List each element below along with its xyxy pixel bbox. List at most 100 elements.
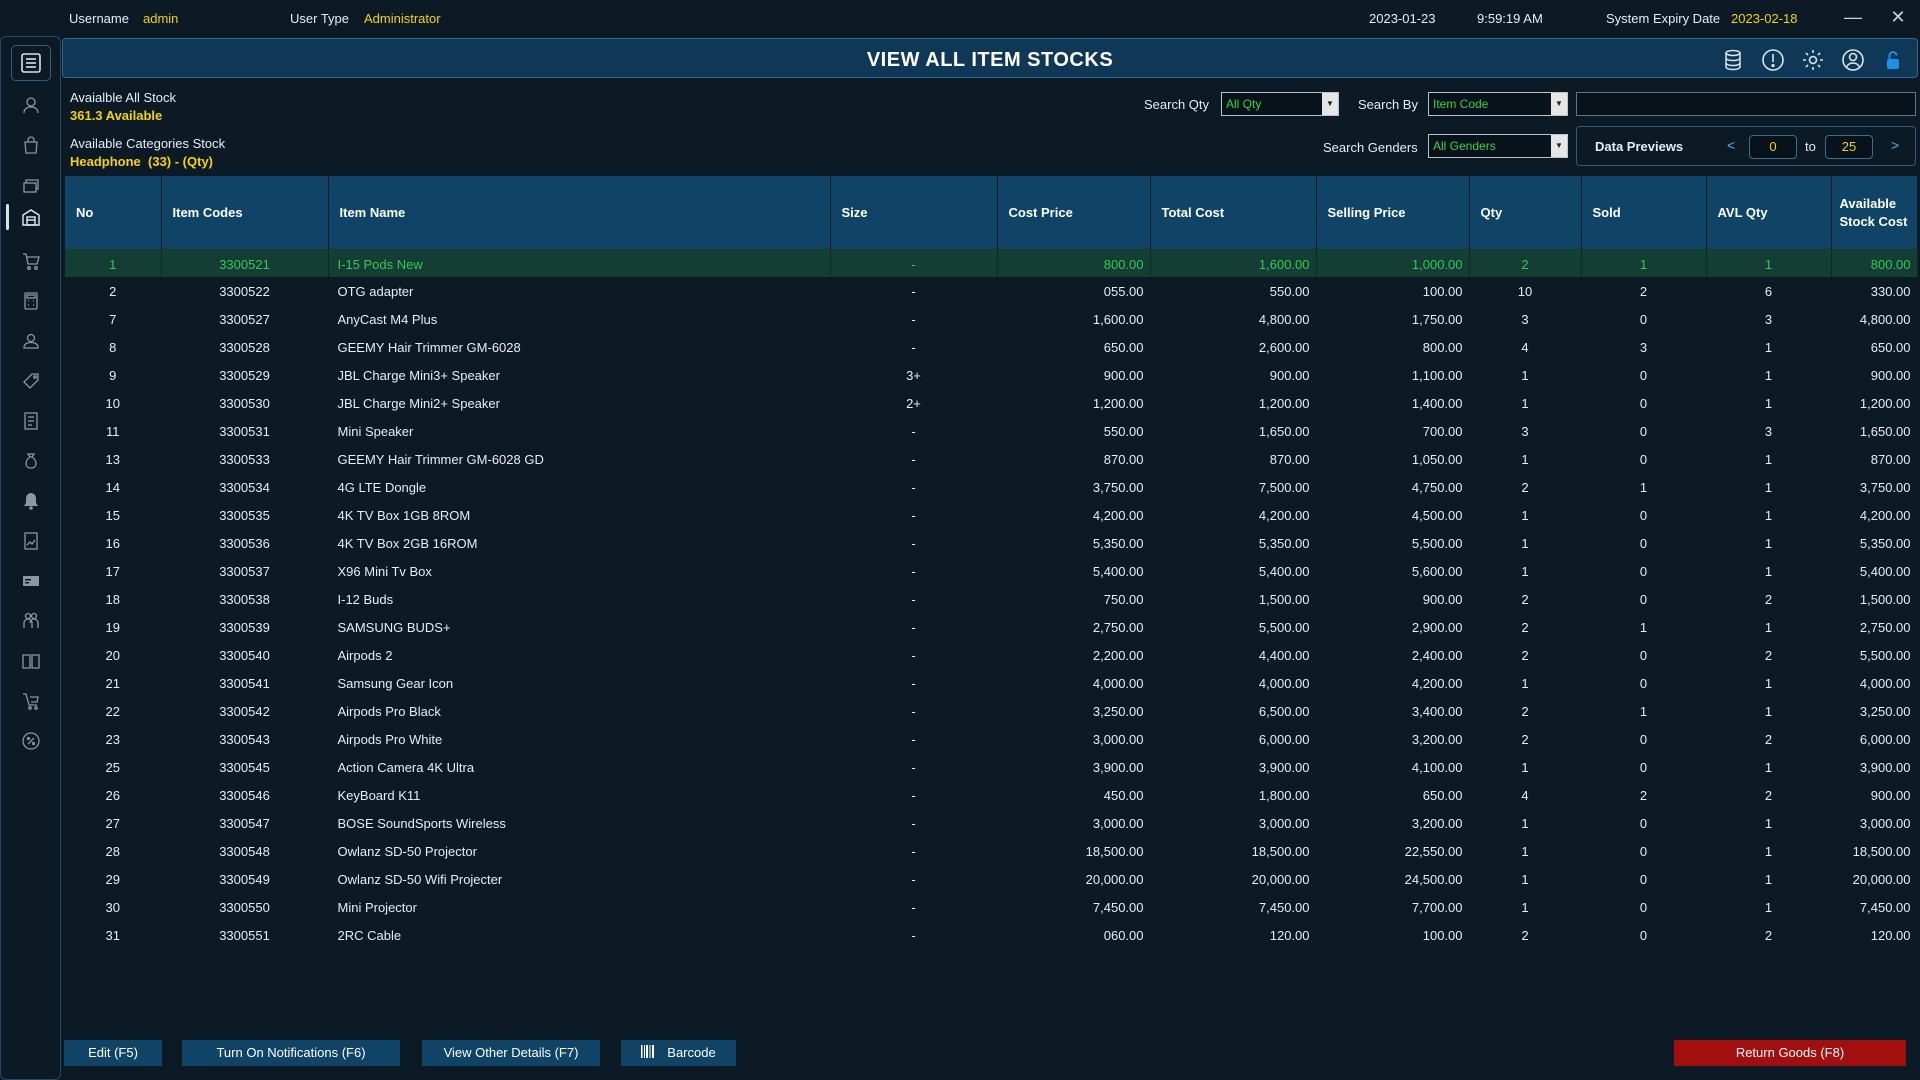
barcode-label: Barcode <box>667 1045 716 1060</box>
cell-cost-price: 550.00 <box>1103 423 1144 439</box>
bag-icon[interactable] <box>19 133 43 157</box>
next-page-button[interactable]: > <box>1891 137 1899 153</box>
table-row[interactable]: 27 3300547 BOSE SoundSports Wireless - 3,000… <box>65 809 1917 837</box>
table-row[interactable]: 19 3300539 SAMSUNG BUDS+ - 2,750.00 5,500.00 2… <box>65 613 1917 641</box>
column-header[interactable]: Available Stock Cost <box>1831 176 1918 249</box>
column-header[interactable]: Total Cost <box>1150 176 1317 249</box>
column-header[interactable]: Cost Price <box>997 176 1151 249</box>
table-row[interactable]: 30 3300550 Mini Projector - 7,450.00 7,450.00… <box>65 893 1917 921</box>
table-row[interactable]: 23 3300543 Airpods Pro White - 3,000.00 6,000… <box>65 725 1917 753</box>
cell-total-cost: 7,500.00 <box>1258 479 1310 495</box>
table-row[interactable]: 28 3300548 Owlanz SD-50 Projector - 18,500.0… <box>65 837 1917 865</box>
cell-avl-qty: 1 <box>1764 619 1773 635</box>
cell-cost-price: 900.00 <box>1103 367 1144 383</box>
gear-icon[interactable] <box>1801 48 1825 72</box>
cell-stock-cost: 2,750.00 <box>1859 619 1911 635</box>
column-header[interactable]: Selling Price <box>1316 176 1470 249</box>
cell-no: 18 <box>105 591 120 607</box>
table-row[interactable]: 17 3300537 X96 Mini Tv Box - 5,400.00 5,400.0… <box>65 557 1917 585</box>
cell-qty: 3 <box>1521 423 1529 439</box>
menu-toggle-button[interactable] <box>11 45 51 81</box>
view-details-button[interactable]: View Other Details (F7) <box>422 1040 600 1066</box>
table-row[interactable]: 16 3300536 4K TV Box 2GB 16ROM - 5,350.00 5,3… <box>65 529 1917 557</box>
money-bag-icon[interactable] <box>19 449 43 473</box>
minimize-button[interactable]: — <box>1838 6 1868 30</box>
chevron-down-icon: ▼ <box>1322 93 1338 115</box>
column-header[interactable]: Qty <box>1469 176 1582 249</box>
table-row[interactable]: 26 3300546 KeyBoard K11 - 450.00 1,800.00 650.… <box>65 781 1917 809</box>
database-icon[interactable] <box>1721 48 1745 72</box>
bell-icon[interactable] <box>19 489 43 513</box>
table-row[interactable]: 29 3300549 Owlanz SD-50 Wifi Projecter - 20,… <box>65 865 1917 893</box>
profile-icon[interactable] <box>1841 48 1865 72</box>
box-stack-icon[interactable] <box>19 173 43 197</box>
cell-stock-cost: 7,450.00 <box>1859 899 1911 915</box>
warehouse-icon[interactable] <box>19 205 43 229</box>
cell-stock-cost: 4,800.00 <box>1859 311 1911 327</box>
table-row[interactable]: 15 3300535 4K TV Box 1GB 8ROM - 4,200.00 4,20… <box>65 501 1917 529</box>
table-row[interactable]: 18 3300538 I-12 Buds - 750.00 1,500.00 900.00 2… <box>65 585 1917 613</box>
cell-sold: 0 <box>1639 367 1648 383</box>
tag-icon[interactable] <box>19 369 43 393</box>
discount-icon[interactable] <box>19 729 43 753</box>
cell-cost-price: 3,900.00 <box>1092 759 1144 775</box>
edit-button[interactable]: Edit (F5) <box>64 1040 162 1066</box>
cell-avl-qty: 2 <box>1764 787 1773 803</box>
search-qty-select[interactable]: All Qty ▼ <box>1221 92 1339 116</box>
table-row[interactable]: 25 3300545 Action Camera 4K Ultra - 3,900.00… <box>65 753 1917 781</box>
alert-icon[interactable] <box>1761 48 1785 72</box>
table-row[interactable]: 10 3300530 JBL Charge Mini2+ Speaker 2+ 1,20… <box>65 389 1917 417</box>
cart-icon[interactable] <box>19 249 43 273</box>
table-row[interactable]: 13 3300533 GEEMY Hair Trimmer GM-6028 GD - 8… <box>65 445 1917 473</box>
cell-qty: 1 <box>1521 563 1529 579</box>
report-icon[interactable] <box>19 529 43 553</box>
column-header[interactable]: Size <box>830 176 998 249</box>
column-header[interactable]: Item Codes <box>161 176 329 249</box>
close-button[interactable]: ✕ <box>1883 6 1913 30</box>
cell-item-name: GEEMY Hair Trimmer GM-6028 <box>337 339 521 355</box>
table-row[interactable]: 2 3300522 OTG adapter - 055.00 550.00 100.00 10… <box>65 277 1917 305</box>
cell-stock-cost: 650.00 <box>1870 339 1911 355</box>
range-to-input[interactable]: 25 <box>1825 135 1873 159</box>
employees-icon[interactable] <box>19 609 43 633</box>
cell-size: - <box>911 703 916 719</box>
barcode-button[interactable]: Barcode <box>621 1040 736 1066</box>
table-row[interactable]: 14 3300534 4G LTE Dongle - 3,750.00 7,500.00 4… <box>65 473 1917 501</box>
range-from-input[interactable]: 0 <box>1749 135 1797 159</box>
cell-sold: 0 <box>1639 507 1648 523</box>
calculator-icon[interactable] <box>19 289 43 313</box>
user-icon[interactable] <box>19 93 43 117</box>
cell-sold: 0 <box>1639 731 1648 747</box>
table-row[interactable]: 22 3300542 Airpods Pro Black - 3,250.00 6,500… <box>65 697 1917 725</box>
table-row[interactable]: 21 3300541 Samsung Gear Icon - 4,000.00 4,000… <box>65 669 1917 697</box>
column-header[interactable]: No <box>65 176 162 249</box>
return-goods-button[interactable]: Return Goods (F8) <box>1674 1040 1906 1066</box>
cell-item-code: 3300543 <box>219 731 270 747</box>
cell-cost-price: 20,000.00 <box>1085 871 1144 887</box>
search-input[interactable] <box>1576 92 1916 116</box>
column-header[interactable]: AVL Qty <box>1706 176 1832 249</box>
customers-icon[interactable] <box>19 329 43 353</box>
cell-selling-price: 800.00 <box>1422 339 1463 355</box>
card-icon[interactable] <box>19 569 43 593</box>
table-row[interactable]: 1 3300521 I-15 Pods New -800.00 1,600.00 1,00… <box>65 249 1918 277</box>
book-icon[interactable] <box>19 649 43 673</box>
table-row[interactable]: 9 3300529 JBL Charge Mini3+ Speaker 3+ 900.0… <box>65 361 1917 389</box>
cart-return-icon[interactable] <box>19 689 43 713</box>
table-row[interactable]: 11 3300531 Mini Speaker - 550.00 1,650.00 700.… <box>65 417 1917 445</box>
search-genders-select[interactable]: All Genders ▼ <box>1428 134 1568 158</box>
notifications-button[interactable]: Turn On Notifications (F6) <box>182 1040 400 1066</box>
invoice-icon[interactable] <box>19 409 43 433</box>
cell-stock-cost: 5,350.00 <box>1859 535 1911 551</box>
table-row[interactable]: 31 3300551 2RC Cable - 060.00 120.00 100.00 2 0 2… <box>65 921 1917 949</box>
cell-stock-cost: 1,500.00 <box>1859 591 1911 607</box>
search-by-select[interactable]: Item Code ▼ <box>1428 92 1568 116</box>
previous-page-button[interactable]: < <box>1727 137 1735 153</box>
table-row[interactable]: 20 3300540 Airpods 2-2,200.00 4,400.00 2,400… <box>65 641 1917 669</box>
table-row[interactable]: 7 3300527 AnyCast M4 Plus - 1,600.00 4,800.00… <box>65 305 1917 333</box>
column-header[interactable]: Item Name <box>328 176 831 249</box>
table-row[interactable]: 8 3300528 GEEMY Hair Trimmer GM-6028 - 650.0… <box>65 333 1917 361</box>
lock-icon[interactable] <box>1881 48 1905 72</box>
cell-no: 2 <box>109 283 117 299</box>
column-header[interactable]: Sold <box>1581 176 1707 249</box>
